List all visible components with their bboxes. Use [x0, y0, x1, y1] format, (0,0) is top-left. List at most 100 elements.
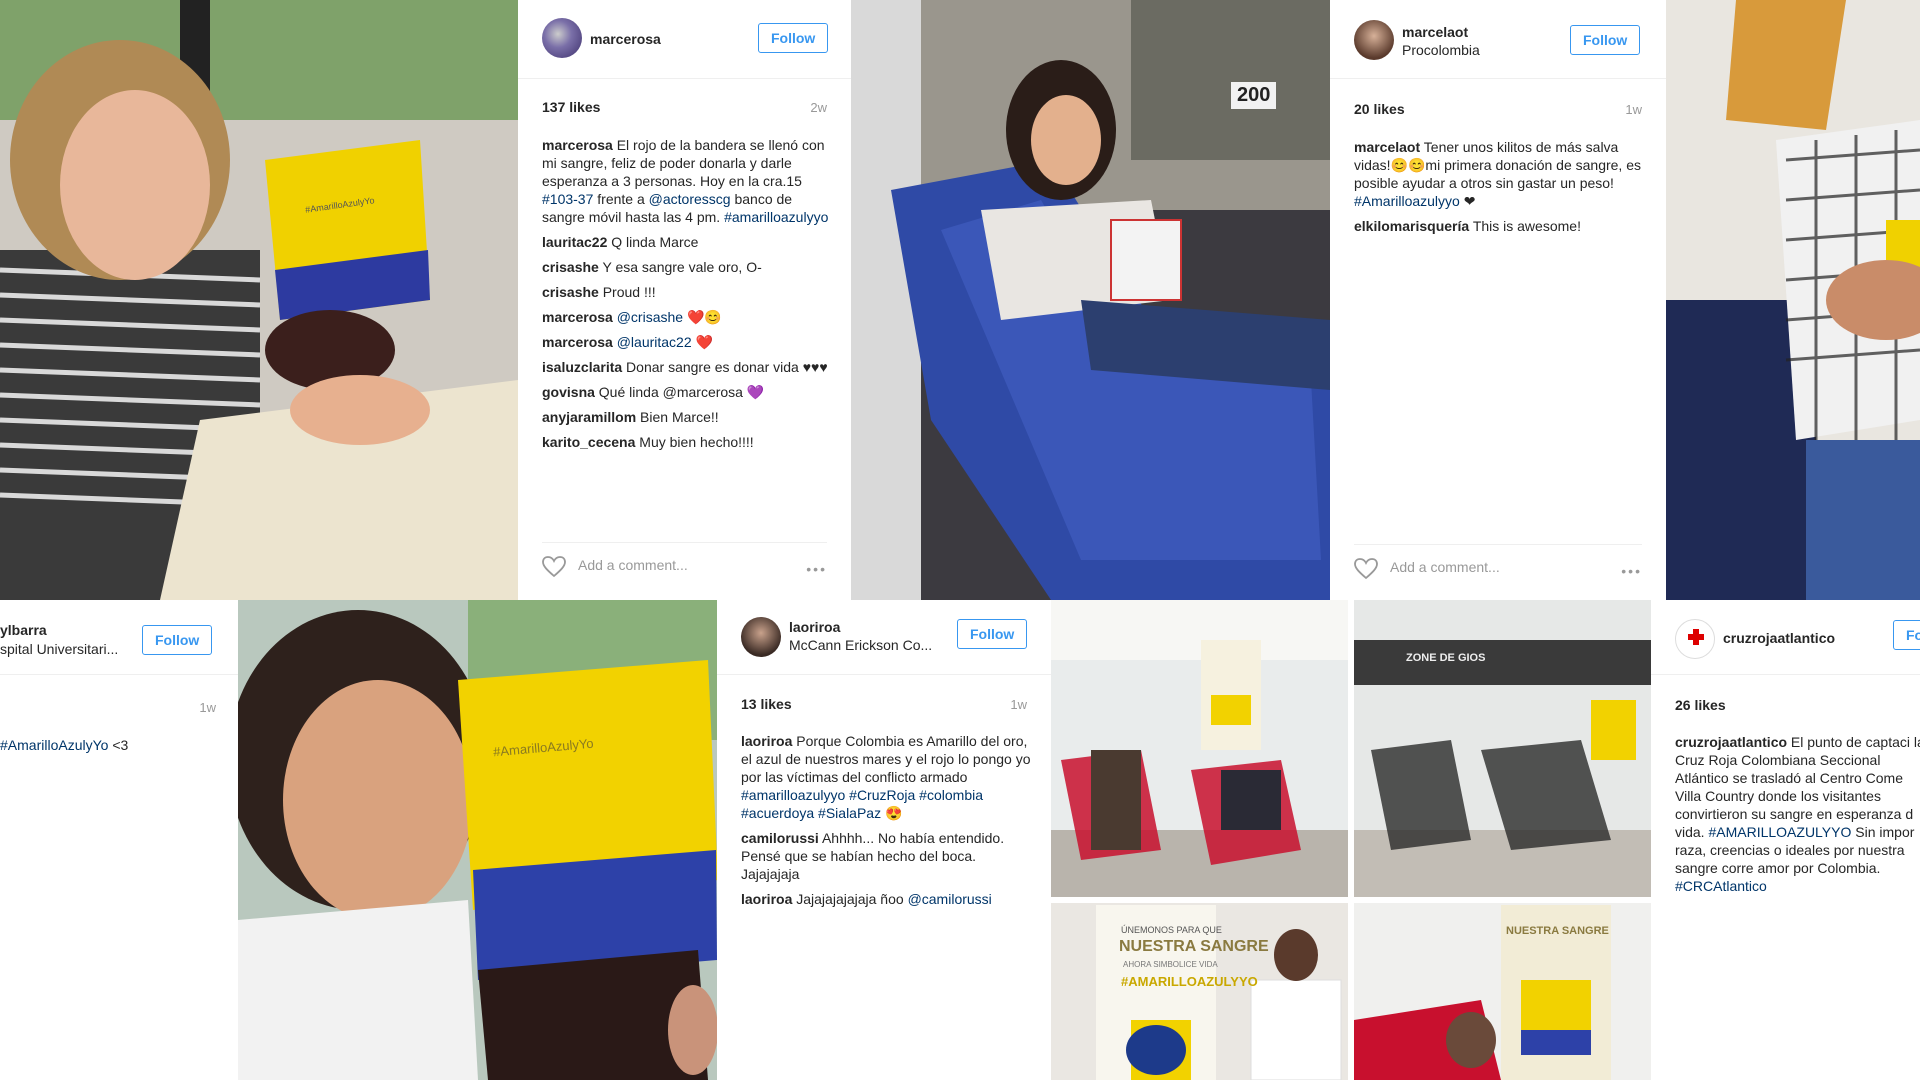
comment-footer: Add a comment... ••• — [1354, 544, 1642, 593]
comment-user[interactable]: anyjaramillom — [542, 409, 636, 425]
post-age[interactable]: 1w — [1625, 102, 1642, 117]
hashtag[interactable]: #CRCAtlantico — [1675, 878, 1767, 894]
store-sign: ZONE DE GIOS — [1406, 652, 1486, 664]
post-header: marcelaot Procolombia Follow — [1330, 0, 1666, 79]
follow-button[interactable]: Fo — [1893, 620, 1920, 650]
more-options-icon[interactable]: ••• — [1621, 563, 1642, 579]
post-photo-collage[interactable]: ÚNEMONOS PARA QUE NUESTRA SANGRE AHORA S… — [1051, 600, 1651, 1080]
avatar[interactable] — [1354, 20, 1394, 60]
comment-user[interactable]: marcelaot — [1354, 139, 1420, 155]
likes-count[interactable]: 26 likes — [1675, 697, 1726, 713]
likes-count[interactable]: 13 likes — [741, 696, 792, 712]
more-options-icon[interactable]: ••• — [806, 561, 827, 577]
hashtag[interactable]: #103-37 — [542, 191, 593, 207]
comment-user[interactable]: marcerosa — [542, 137, 613, 153]
hashtag[interactable]: #AmarilloAzulyYo — [0, 737, 108, 753]
follow-button[interactable]: Follow — [758, 23, 829, 53]
photo-illustration — [238, 600, 717, 1080]
avatar[interactable] — [542, 18, 582, 58]
username[interactable]: cruzrojaatlantico — [1723, 630, 1835, 646]
caption-text: ❤ — [1459, 193, 1476, 209]
banner-text: NUESTRA SANGRE — [1119, 938, 1269, 955]
comment-text: @crisashe ❤️😊 — [616, 309, 722, 325]
comment: isaluzclarita Donar sangre es donar vida… — [542, 358, 832, 376]
post-age[interactable]: 2w — [810, 100, 827, 115]
bus-sign: 200 — [1231, 82, 1277, 109]
photo-illustration — [1666, 0, 1920, 600]
comments-list: #AmarilloAzulyYo <3 — [0, 736, 220, 761]
location[interactable]: Procolombia — [1402, 42, 1480, 58]
avatar[interactable] — [741, 617, 781, 657]
caption-text: 😍 — [881, 805, 903, 821]
post-age[interactable]: 1w — [1010, 697, 1027, 712]
comment-text: Q linda Marce — [611, 234, 699, 250]
comment: crisashe Proud !!! — [542, 283, 832, 301]
comment-user[interactable]: crisashe — [542, 259, 599, 275]
caption-text: frente a — [593, 191, 649, 207]
add-comment-input[interactable]: Add a comment... — [1390, 559, 1500, 575]
post-photo-partial-right[interactable] — [1666, 0, 1920, 600]
caption: marcerosa El rojo de la bandera se llenó… — [542, 136, 832, 226]
comments-list: marcerosa El rojo de la bandera se llenó… — [542, 136, 832, 458]
follow-button[interactable]: Follow — [957, 619, 1028, 649]
hashtag[interactable]: #amarilloazulyyo — [724, 209, 828, 225]
comment-user[interactable]: isaluzclarita — [542, 359, 622, 375]
post-panel-ylbarra: ylbarra spital Universitari... Follow 1w… — [0, 600, 238, 1080]
comment: elkilomarisquería This is awesome! — [1354, 217, 1644, 235]
username[interactable]: marcerosa — [590, 31, 661, 47]
caption: laoriroa Porque Colombia es Amarillo del… — [741, 732, 1031, 822]
username[interactable]: marcelaot — [1402, 24, 1468, 40]
username[interactable]: laoriroa — [789, 619, 840, 635]
likes-count[interactable]: 137 likes — [542, 99, 600, 115]
banner-text: AHORA SIMBOLICE VIDA — [1123, 960, 1218, 969]
comment-user[interactable]: lauritac22 — [542, 234, 607, 250]
location[interactable]: McCann Erickson Co... — [789, 637, 932, 653]
heart-icon[interactable] — [1354, 558, 1378, 580]
likes-count[interactable]: 20 likes — [1354, 101, 1405, 117]
comment-user[interactable]: crisashe — [542, 284, 599, 300]
comment-text: Donar sangre es donar vida ♥♥♥ — [626, 359, 828, 375]
post-photo-winking[interactable]: #AmarilloAzulyYo — [238, 600, 717, 1080]
add-comment-input[interactable]: Add a comment... — [578, 557, 688, 573]
comment: laoriroa Jajajajajajaja ñoo @camilorussi — [741, 890, 1031, 908]
follow-button[interactable]: Follow — [142, 625, 213, 655]
comment-user[interactable]: karito_cecena — [542, 434, 635, 450]
comment-text: Y esa sangre vale oro, O- — [602, 259, 762, 275]
comment-user[interactable]: elkilomarisquería — [1354, 218, 1469, 234]
comment: lauritac22 Q linda Marce — [542, 233, 832, 251]
heart-icon[interactable] — [542, 556, 566, 578]
comment: camilorussi Ahhhh... No había entendido.… — [741, 829, 1031, 883]
post-panel-marcerosa: marcerosa Follow 137 likes 2w marcerosa … — [518, 0, 851, 600]
comment-user[interactable]: cruzrojaatlantico — [1675, 734, 1787, 750]
post-age[interactable]: 1w — [199, 700, 216, 715]
comment: govisna Qué linda @marcerosa 💜 — [542, 383, 832, 401]
comment-text: Qué linda @marcerosa 💜 — [598, 384, 765, 400]
caption-text: <3 — [108, 737, 129, 753]
mention[interactable]: @camilorussi — [908, 891, 992, 907]
location[interactable]: spital Universitari... — [0, 641, 118, 657]
comment-user[interactable]: laoriroa — [741, 891, 792, 907]
comment-user[interactable]: marcerosa — [542, 334, 613, 350]
caption: marcelaot Tener unos kilitos de más salv… — [1354, 138, 1644, 210]
red-cross-icon — [1688, 629, 1704, 645]
avatar[interactable] — [1675, 619, 1715, 659]
comment-text: This is awesome! — [1472, 218, 1581, 234]
comment-user[interactable]: govisna — [542, 384, 595, 400]
hashtag[interactable]: #AMARILLOAZULYYO — [1708, 824, 1851, 840]
post-photo-marcelaot[interactable]: 200 — [851, 0, 1330, 600]
comment: marcerosa @lauritac22 ❤️ — [542, 333, 832, 351]
username[interactable]: ylbarra — [0, 622, 47, 638]
comment-user[interactable]: marcerosa — [542, 309, 613, 325]
follow-button[interactable]: Follow — [1570, 25, 1641, 55]
post-header: laoriroa McCann Erickson Co... Follow — [717, 600, 1051, 675]
comment: karito_cecena Muy bien hecho!!!! — [542, 433, 832, 451]
comment: crisashe Y esa sangre vale oro, O- — [542, 258, 832, 276]
post-photo-marcerosa[interactable]: #AmarilloAzulyYo — [0, 0, 518, 600]
photo-illustration — [0, 0, 518, 600]
comment-user[interactable]: laoriroa — [741, 733, 792, 749]
hashtag[interactable]: #amarilloazulyyo #CruzRoja #colombia #ac… — [741, 787, 983, 821]
comment-user[interactable]: camilorussi — [741, 830, 819, 846]
mention[interactable]: @actoresscg — [649, 191, 731, 207]
hashtag[interactable]: #Amarilloazulyyo — [1354, 193, 1460, 209]
comment-text: Bien Marce!! — [640, 409, 719, 425]
